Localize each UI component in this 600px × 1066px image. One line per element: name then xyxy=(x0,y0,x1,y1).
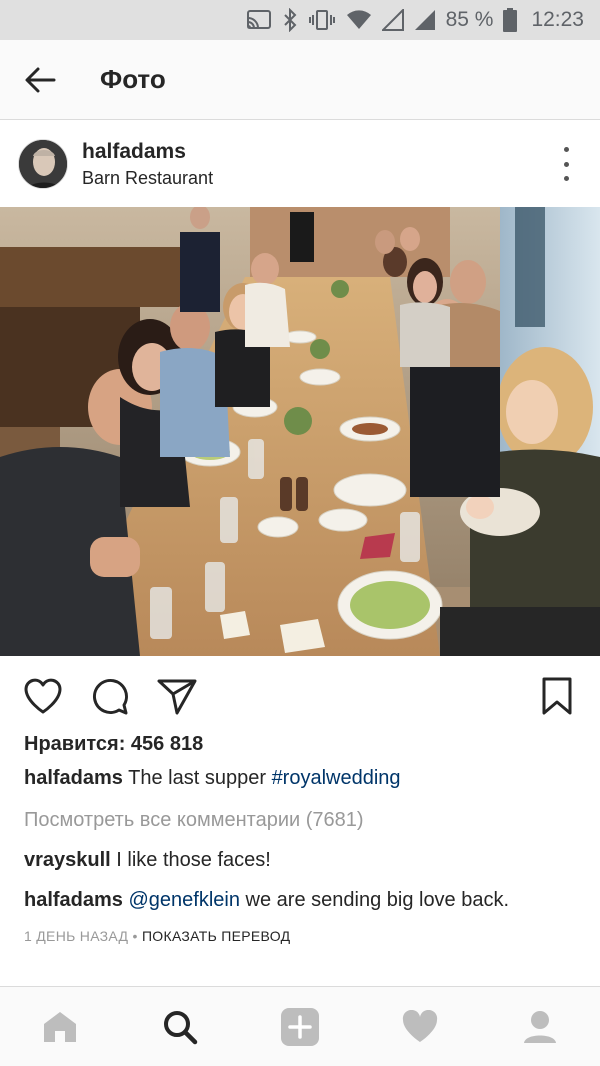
battery-percent: 85 % xyxy=(445,8,494,31)
nav-search[interactable] xyxy=(150,997,210,1057)
bottom-navigation xyxy=(0,986,600,1066)
status-bar: 85 % 12:23 xyxy=(0,0,600,40)
bookmark-button[interactable] xyxy=(535,674,579,718)
home-icon xyxy=(44,1011,76,1042)
view-all-comments-link[interactable]: Посмотреть все комментарии (7681) xyxy=(24,809,364,832)
caption-text: The last supper xyxy=(128,767,266,789)
post-photo[interactable] xyxy=(0,207,600,656)
battery-icon xyxy=(503,8,518,32)
comment: halfadams @genefklein we are sending big… xyxy=(24,889,509,912)
comment: vrayskull I like those faces! xyxy=(24,849,271,872)
profile-icon xyxy=(524,1010,556,1043)
activity-heart-icon xyxy=(402,1009,438,1042)
group-dinner-photo xyxy=(0,207,600,656)
add-icon xyxy=(281,1007,319,1046)
caption-hashtag[interactable]: #royalwedding xyxy=(272,767,401,789)
nav-add[interactable] xyxy=(270,997,330,1057)
dot xyxy=(563,147,569,152)
show-translation-link[interactable]: ПОКАЗАТЬ ПЕРЕВОД xyxy=(142,928,290,944)
clock: 12:23 xyxy=(531,8,584,31)
app-header: Фото xyxy=(0,40,600,120)
comment-text: I like those faces! xyxy=(116,849,271,871)
comment-text: we are sending big love back. xyxy=(245,889,510,911)
bookmark-icon xyxy=(542,677,572,715)
vibrate-icon xyxy=(308,9,336,31)
caption-username[interactable]: halfadams xyxy=(24,767,123,789)
bluetooth-icon xyxy=(282,8,298,32)
post-actions xyxy=(0,664,600,724)
caption: halfadams The last supper #royalwedding xyxy=(24,767,401,790)
post-timestamp: 1 ДЕНЬ НАЗАД • ПОКАЗАТЬ ПЕРЕВОД xyxy=(24,928,290,944)
comment-icon xyxy=(93,679,128,715)
post-header: halfadams Barn Restaurant xyxy=(0,121,600,207)
heart-icon xyxy=(24,678,62,714)
comment-username[interactable]: vrayskull xyxy=(24,849,111,871)
comment-button[interactable] xyxy=(88,674,132,718)
separator: • xyxy=(132,928,138,944)
post-location[interactable]: Barn Restaurant xyxy=(82,168,213,189)
search-icon xyxy=(164,1010,198,1044)
like-button[interactable] xyxy=(21,674,65,718)
share-icon xyxy=(157,679,197,715)
wifi-icon xyxy=(346,9,372,31)
more-options-button[interactable] xyxy=(558,147,574,181)
share-button[interactable] xyxy=(155,674,199,718)
likes-count[interactable]: Нравится: 456 818 xyxy=(24,733,203,756)
dot xyxy=(563,161,569,167)
comment-username[interactable]: halfadams xyxy=(24,889,123,911)
avatar[interactable] xyxy=(18,139,68,189)
post-username[interactable]: halfadams xyxy=(82,140,213,164)
time-ago: 1 ДЕНЬ НАЗАД xyxy=(24,928,129,944)
nav-home[interactable] xyxy=(30,997,90,1057)
signal-empty-icon xyxy=(381,9,404,31)
back-button[interactable] xyxy=(0,40,80,120)
nav-activity[interactable] xyxy=(390,997,450,1057)
comment-mention[interactable]: @genefklein xyxy=(129,889,240,911)
cast-icon xyxy=(246,9,272,31)
nav-profile[interactable] xyxy=(510,997,570,1057)
arrow-left-icon xyxy=(25,67,56,92)
signal-icon xyxy=(414,9,436,31)
dot xyxy=(563,176,569,181)
page-title: Фото xyxy=(100,64,166,94)
